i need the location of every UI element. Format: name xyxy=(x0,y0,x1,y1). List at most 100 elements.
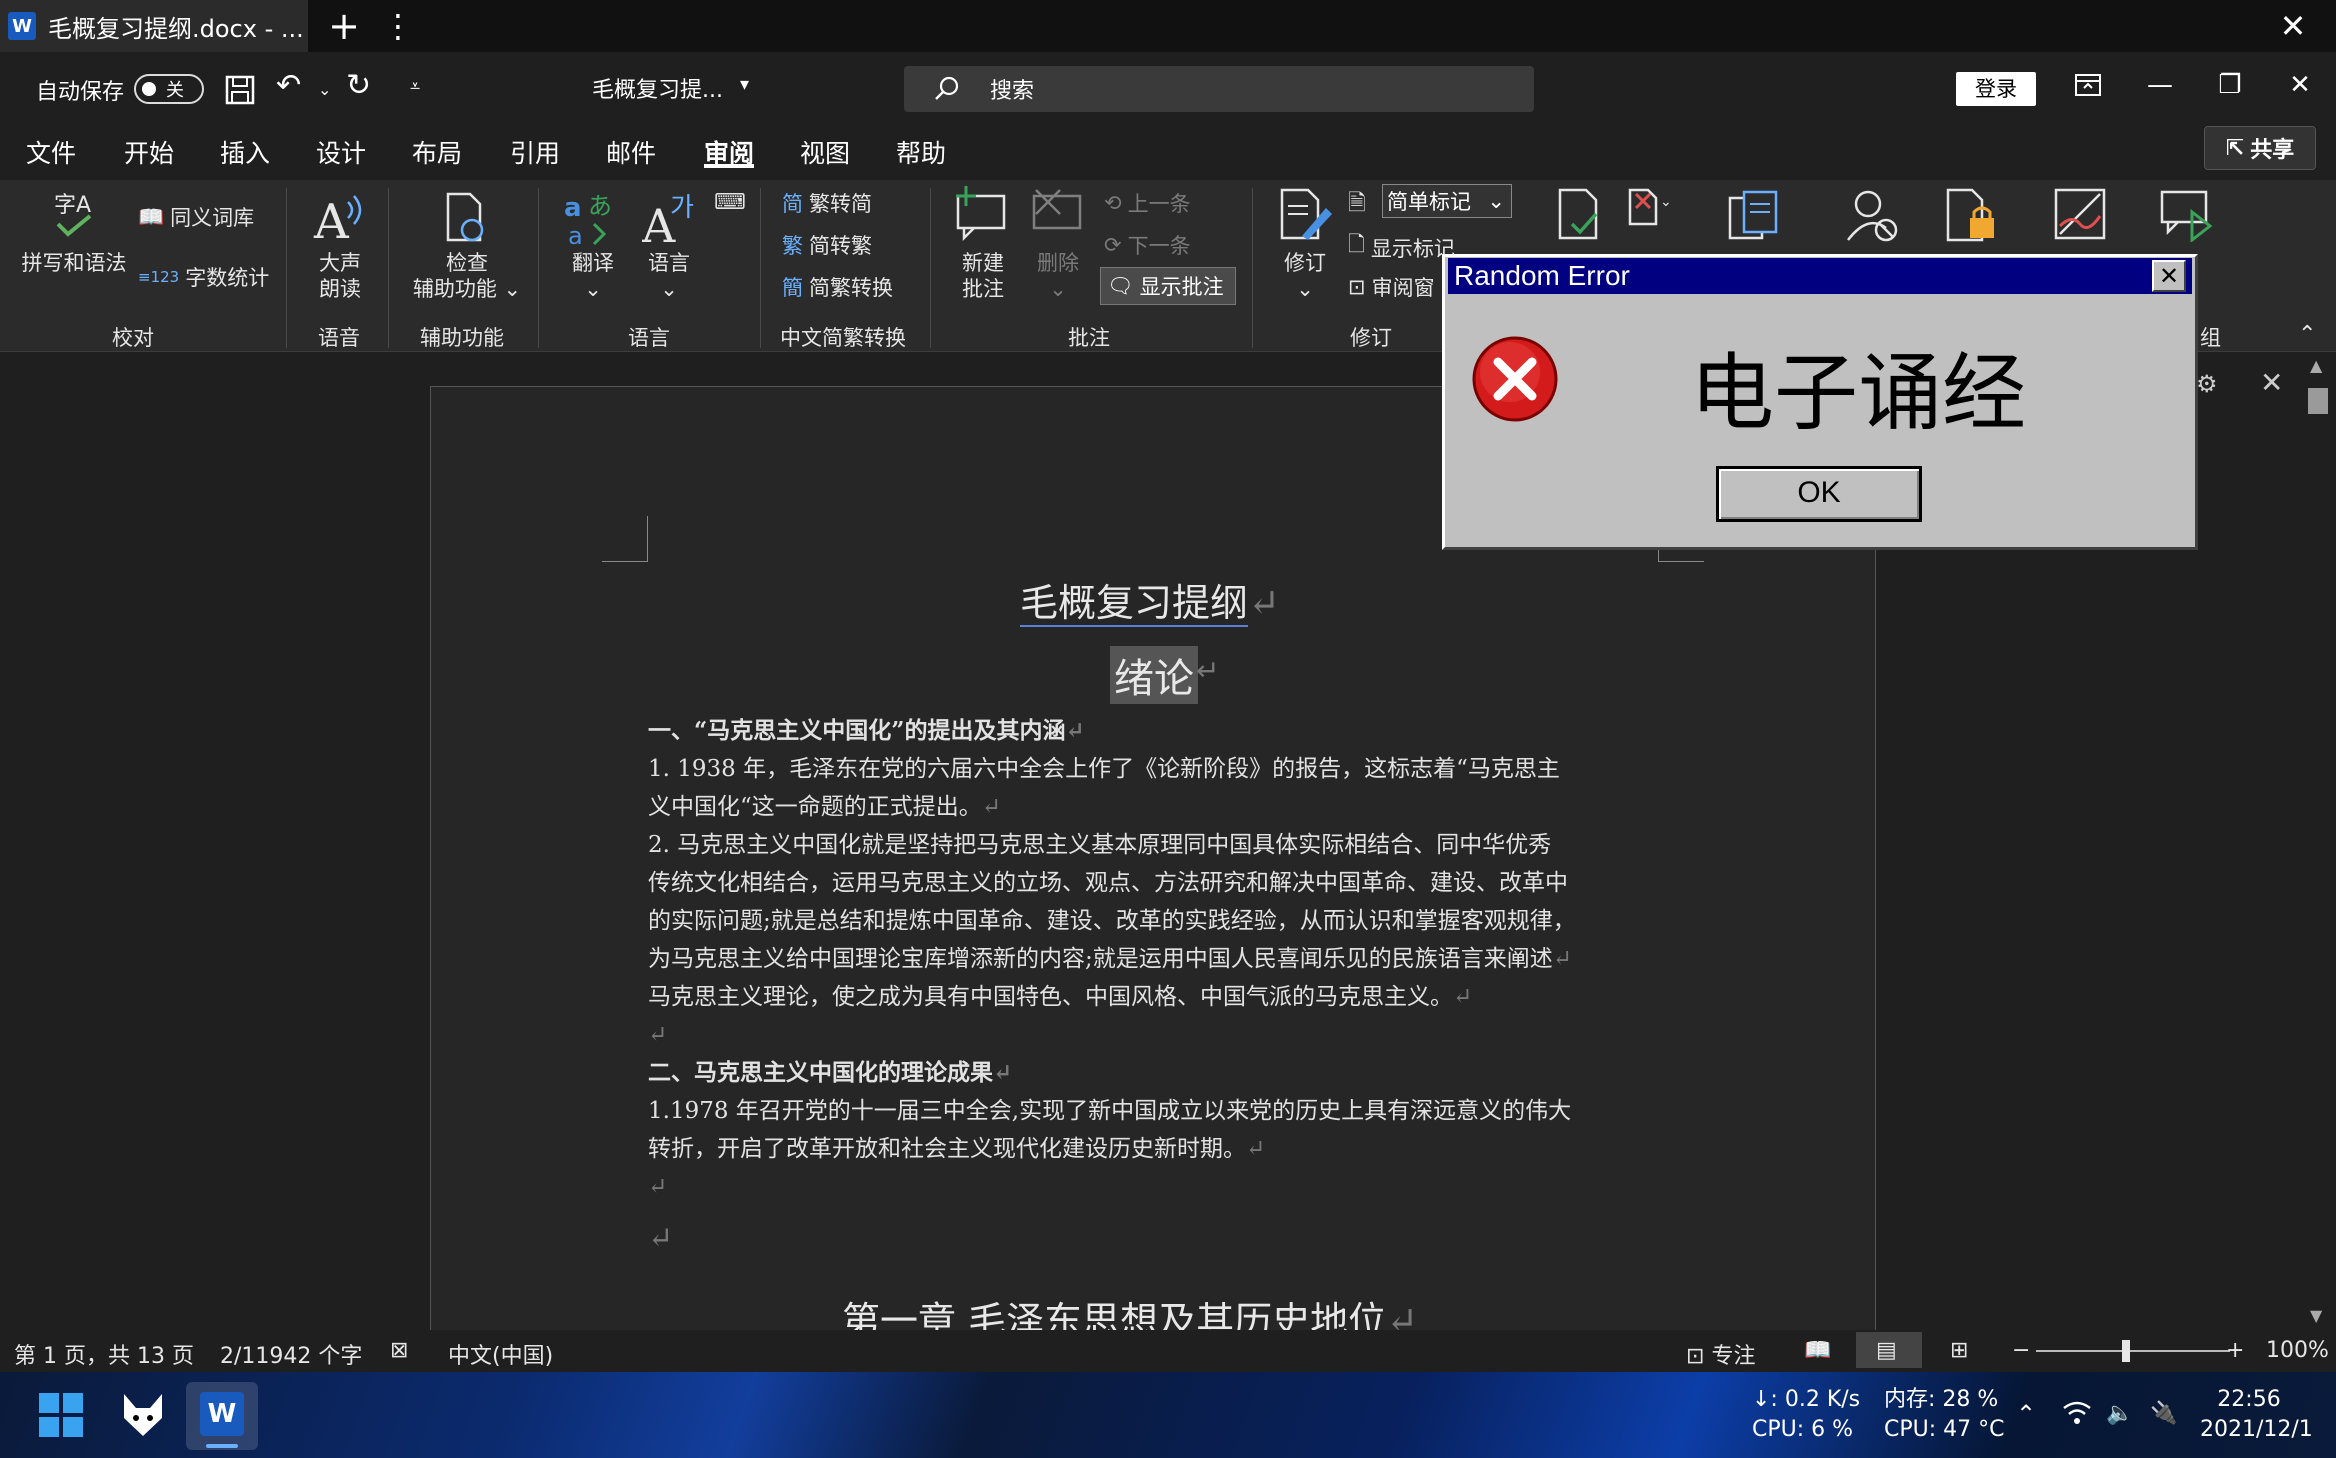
web-layout-icon[interactable]: ⊞ xyxy=(1950,1338,1968,1363)
simp-to-trad-button[interactable]: 繁简转繁 xyxy=(782,230,872,260)
block-authors-icon[interactable] xyxy=(1846,188,1902,244)
tab-home[interactable]: 开始 xyxy=(124,134,174,170)
review-pane-button[interactable]: ⊡ 审阅窗 xyxy=(1348,272,1435,302)
proofing-status-icon[interactable]: ⊠ xyxy=(390,1338,408,1363)
read-mode-icon[interactable]: 📖 xyxy=(1804,1338,1831,1363)
word-count[interactable]: 2/11942 个字 xyxy=(220,1338,362,1370)
windows-start-icon[interactable] xyxy=(38,1392,84,1438)
prev-comment-button[interactable]: ⟲ 上一条 xyxy=(1104,188,1191,218)
chevron-down-icon[interactable]: ▾ xyxy=(740,74,749,95)
battery-icon[interactable]: 🔌 xyxy=(2150,1400,2177,1428)
autosave-toggle[interactable]: 关 xyxy=(134,74,204,104)
close-button[interactable]: ✕ xyxy=(2270,70,2330,100)
new-tab-button[interactable]: + xyxy=(322,4,366,48)
search-icon xyxy=(934,76,960,102)
accept-icon[interactable] xyxy=(1556,186,1608,242)
read-aloud-label-1: 大声 xyxy=(319,251,361,275)
redo-icon[interactable]: ↻ xyxy=(346,68,371,103)
zoom-in-icon[interactable]: + xyxy=(2226,1338,2244,1363)
section-heading-1[interactable]: 一、“马克思主义中国化”的提出及其内涵↵ xyxy=(648,712,1658,750)
read-aloud-button[interactable]: 大声 朗读 xyxy=(306,250,374,303)
delete-comment-button[interactable]: 删除 ⌄ xyxy=(1026,250,1090,303)
restore-button[interactable]: ❐ xyxy=(2200,70,2260,100)
minimize-button[interactable]: — xyxy=(2130,70,2190,100)
onenote-comment-icon[interactable] xyxy=(2158,186,2214,242)
document-heading[interactable]: 毛概复习提纲↵ xyxy=(1020,572,1280,627)
search-input[interactable]: 搜索 xyxy=(904,66,1534,112)
zoom-slider-track[interactable] xyxy=(2036,1350,2230,1352)
ribbon-display-icon[interactable] xyxy=(2058,72,2118,98)
close-window-button[interactable]: ✕ xyxy=(2268,4,2318,48)
reject-icon[interactable]: ⌄ xyxy=(1626,186,1672,226)
tab-insert[interactable]: 插入 xyxy=(220,134,270,170)
show-hidden-icons[interactable]: ⌃ xyxy=(2016,1400,2036,1428)
save-icon[interactable] xyxy=(224,74,256,106)
show-comments-button[interactable]: 🗨 显示批注 xyxy=(1100,267,1236,305)
paragraph-3[interactable]: 1.1978 年召开党的十一届三中全会,实现了新中国成立以来党的历史上具有深远意… xyxy=(648,1092,1658,1168)
ink-icon[interactable] xyxy=(2052,186,2108,242)
group-tracking: 修订 xyxy=(1350,326,1392,350)
tab-file[interactable]: 文件 xyxy=(26,134,76,170)
tab-design[interactable]: 设计 xyxy=(316,134,366,170)
language-button[interactable]: 语言 ⌄ xyxy=(638,250,700,303)
customize-toolbar-icon[interactable]: ⩡ xyxy=(410,76,420,97)
scroll-up-icon[interactable]: ▲ xyxy=(2310,356,2322,375)
share-button[interactable]: ⇱ 共享 xyxy=(2204,126,2316,170)
tab-view[interactable]: 视图 xyxy=(800,134,850,170)
tab-mailings[interactable]: 邮件 xyxy=(606,134,656,170)
document-subheading[interactable]: 绪论 xyxy=(1110,646,1198,704)
next-comment-button[interactable]: ⟳ 下一条 xyxy=(1104,230,1191,260)
dialog-close-button[interactable]: ✕ xyxy=(2152,260,2186,292)
focus-button[interactable]: ⊡ 专注 xyxy=(1686,1338,1755,1370)
pane-close-icon[interactable]: ✕ xyxy=(2260,366,2283,399)
trad-to-simp-button[interactable]: 简繁转简 xyxy=(782,188,872,218)
paragraph-2[interactable]: 2. 马克思主义中国化就是坚持把马克思主义基本原理同中国具体实际相结合、同中华优… xyxy=(648,826,1658,1016)
language-status[interactable]: 中文(中国) xyxy=(448,1338,553,1370)
login-button[interactable]: 登录 xyxy=(1956,72,2036,106)
taskbar xyxy=(0,1372,2336,1458)
zoom-slider-thumb[interactable] xyxy=(2122,1340,2130,1362)
clock-date[interactable]: 2021/12/1 xyxy=(2200,1416,2313,1444)
track-changes-button[interactable]: 修订 ⌄ xyxy=(1276,250,1334,303)
page-count[interactable]: 第 1 页，共 13 页 xyxy=(14,1338,194,1370)
undo-dropdown-icon[interactable]: ⌄ xyxy=(318,80,331,99)
zoom-out-icon[interactable]: − xyxy=(2012,1338,2030,1363)
scroll-thumb[interactable] xyxy=(2308,388,2328,414)
zoom-level[interactable]: 100% xyxy=(2266,1338,2329,1363)
tab-help[interactable]: 帮助 xyxy=(896,134,946,170)
print-layout-icon[interactable]: ▤ xyxy=(1876,1338,1897,1363)
wordcount-button[interactable]: ≡123 字数统计 xyxy=(138,262,269,292)
check-accessibility-button[interactable]: 检查 辅助功能 ⌄ xyxy=(408,250,526,303)
paragraph-1[interactable]: 1. 1938 年，毛泽东在党的六届六中全会上作了《论新阶段》的报告，这标志着“… xyxy=(648,750,1658,826)
spelling-button[interactable]: 拼写和语法 xyxy=(16,250,132,276)
new-comment-button[interactable]: 新建 批注 xyxy=(948,250,1018,303)
paragraph-line-row: 马克思主义理论，使之成为具有中国特色、中国风格、中国气派的马克思主义。↵ xyxy=(648,978,1658,1016)
markup-select[interactable]: 简单标记 ⌄ xyxy=(1382,184,1512,218)
keyboard-icon[interactable]: ⌨ xyxy=(714,190,746,215)
simp-trad-convert-button[interactable]: 簡简繁转换 xyxy=(782,272,893,302)
more-options-button[interactable]: ⋮ xyxy=(382,4,414,48)
scroll-down-icon[interactable]: ▼ xyxy=(2310,1306,2322,1325)
document-title[interactable]: 毛概复习提... xyxy=(592,72,723,104)
vertical-scrollbar[interactable] xyxy=(2304,352,2336,1330)
clock-time[interactable]: 22:56 xyxy=(2206,1386,2292,1414)
collapse-ribbon-icon[interactable]: ⌃ xyxy=(2298,322,2316,347)
group-comments: 批注 xyxy=(1068,326,1110,350)
show-markup-button[interactable]: 🗋 显示标记 xyxy=(1348,230,1455,265)
restrict-editing-icon[interactable] xyxy=(1944,186,2000,244)
thesaurus-button[interactable]: 📖 同义词库 xyxy=(138,202,254,232)
document-tab[interactable]: W 毛概复习提纲.docx - ... xyxy=(0,0,308,52)
translate-button[interactable]: 翻译 ⌄ xyxy=(562,250,624,303)
fox-app-icon[interactable] xyxy=(120,1390,166,1440)
translate-label: 翻译 xyxy=(572,251,614,275)
volume-icon[interactable]: 🔈 xyxy=(2106,1400,2133,1428)
tab-layout[interactable]: 布局 xyxy=(412,134,462,170)
undo-icon[interactable]: ↶ xyxy=(276,68,301,103)
tab-references[interactable]: 引用 xyxy=(510,134,560,170)
margin-marker-left xyxy=(602,516,648,562)
wifi-icon[interactable] xyxy=(2062,1400,2092,1426)
pane-settings-icon[interactable]: ⚙ xyxy=(2196,370,2218,398)
compare-icon[interactable] xyxy=(1726,188,1780,242)
ok-button[interactable]: OK xyxy=(1716,466,1922,522)
section-heading-2[interactable]: 二、马克思主义中国化的理论成果↵ xyxy=(648,1054,1658,1092)
